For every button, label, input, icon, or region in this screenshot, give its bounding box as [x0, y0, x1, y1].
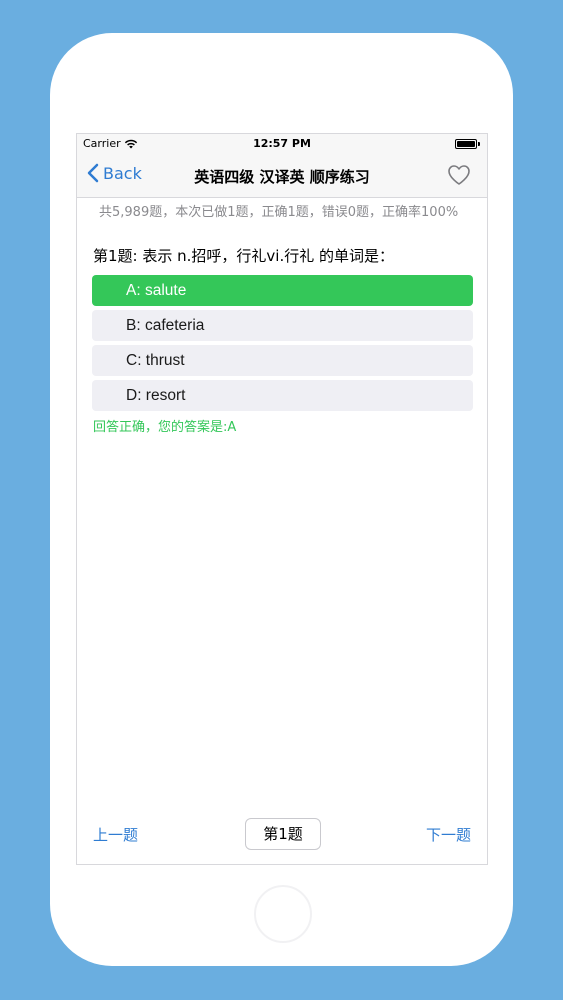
previous-question-button[interactable]: 上一题 — [93, 824, 138, 845]
option-a[interactable]: A: salute — [92, 275, 473, 306]
phone-frame: Carrier 12:57 PM Back 英语四级 汉译英 顺序练习 共5,9… — [50, 33, 513, 966]
app-screen: Carrier 12:57 PM Back 英语四级 汉译英 顺序练习 共5,9… — [76, 133, 488, 865]
page-title: 英语四级 汉译英 顺序练习 — [194, 168, 370, 186]
option-b[interactable]: B: cafeteria — [92, 310, 473, 341]
question-number-button[interactable]: 第1题 — [245, 818, 321, 850]
option-d[interactable]: D: resort — [92, 380, 473, 411]
question-text: 第1题: 表示 n.招呼，行礼vi.行礼 的单词是： — [93, 247, 394, 265]
next-question-button[interactable]: 下一题 — [426, 824, 471, 845]
status-time: 12:57 PM — [253, 137, 311, 150]
status-bar: Carrier 12:57 PM — [77, 134, 487, 154]
heart-icon — [448, 165, 470, 185]
back-label: Back — [103, 163, 142, 183]
progress-stats: 共5,989题，本次已做1题，正确1题，错误0题，正确率100% — [99, 205, 459, 220]
navigation-bar: Back 英语四级 汉译英 顺序练习 — [77, 154, 487, 198]
favorite-button[interactable] — [447, 164, 471, 190]
battery-icon — [455, 139, 477, 149]
back-button[interactable]: Back — [87, 163, 142, 183]
answer-result: 回答正确，您的答案是:A — [93, 420, 237, 435]
chevron-left-icon — [87, 163, 99, 183]
option-c[interactable]: C: thrust — [92, 345, 473, 376]
home-button[interactable] — [254, 885, 312, 943]
